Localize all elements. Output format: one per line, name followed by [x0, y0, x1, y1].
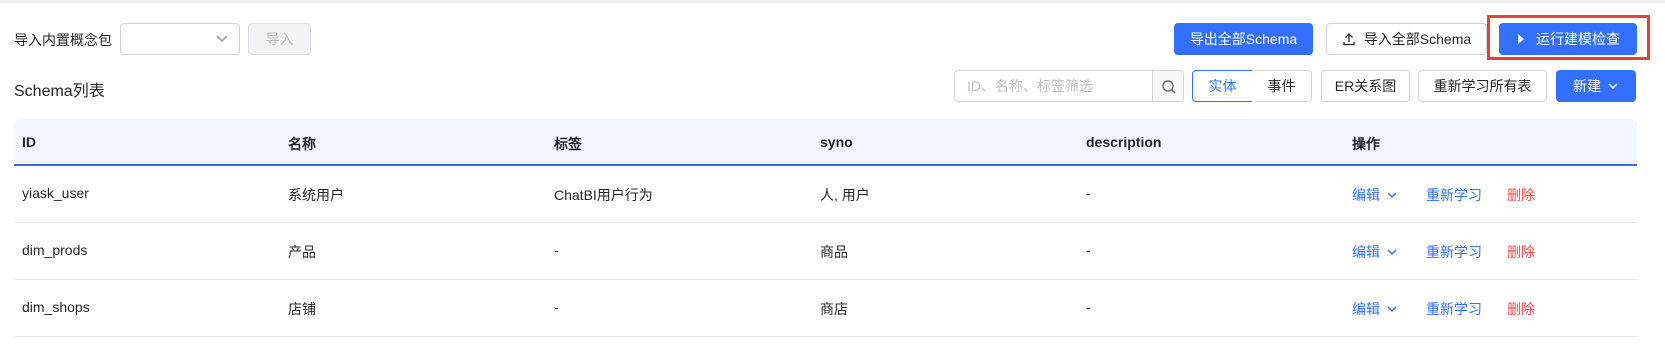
cell-syno: 人, 用户 [820, 187, 870, 203]
relearn-button[interactable]: 重新学习 [1426, 185, 1482, 205]
column-header-name: 名称 [288, 136, 316, 152]
cell-id: dim_prods [22, 242, 88, 258]
cell-name: 产品 [288, 244, 316, 260]
tab-event[interactable]: 事件 [1252, 70, 1312, 102]
cell-tag: - [554, 299, 559, 315]
import-package-label: 导入内置概念包 [14, 33, 112, 49]
chevron-down-icon [1387, 249, 1397, 255]
search-button[interactable] [1152, 70, 1184, 102]
top-border [0, 0, 1665, 3]
column-header-description: description [1086, 134, 1162, 150]
toolbar-top: 导入内置概念包 导入 导出全部Schema 导入全部Schema 运行建模检查 [0, 22, 1665, 56]
cell-description: - [1086, 185, 1091, 201]
table-row: dim_shops 店铺 - 商店 - 编辑 重新学习 删除 [14, 280, 1637, 337]
column-header-tag: 标签 [554, 136, 582, 152]
table-row: dim_prods 产品 - 商品 - 编辑 重新学习 删除 [14, 223, 1637, 280]
relearn-all-tables-button[interactable]: 重新学习所有表 [1418, 70, 1547, 102]
upload-icon [1343, 32, 1355, 45]
export-all-schema-button[interactable]: 导出全部Schema [1174, 23, 1313, 55]
edit-label: 编辑 [1352, 187, 1380, 203]
import-all-schema-button[interactable]: 导入全部Schema [1326, 23, 1487, 55]
column-header-syno: syno [820, 134, 853, 150]
delete-button[interactable]: 删除 [1507, 185, 1535, 205]
schema-table: ID 名称 标签 syno description 操作 yiask_user … [14, 119, 1637, 337]
schema-list-title: Schema列表 [14, 83, 105, 100]
concept-package-select[interactable] [120, 23, 240, 55]
table-row: yiask_user 系统用户 ChatBI用户行为 人, 用户 - 编辑 重新… [14, 166, 1637, 223]
cell-syno: 商店 [820, 301, 848, 317]
search-icon [1162, 80, 1176, 94]
highlight-box [1487, 15, 1650, 60]
cell-syno: 商品 [820, 244, 848, 260]
table-header: ID 名称 标签 syno description 操作 [14, 119, 1637, 166]
cell-name: 店铺 [288, 301, 316, 317]
cell-id: dim_shops [22, 299, 90, 315]
column-header-id: ID [22, 134, 36, 150]
edit-label: 编辑 [1352, 244, 1380, 260]
new-button-label: 新建 [1573, 78, 1601, 94]
relearn-button[interactable]: 重新学习 [1426, 299, 1482, 319]
chevron-down-icon [216, 35, 228, 42]
export-all-schema-label: 导出全部Schema [1189, 31, 1298, 47]
cell-id: yiask_user [22, 185, 89, 201]
edit-button[interactable]: 编辑 [1352, 185, 1398, 205]
edit-button[interactable]: 编辑 [1352, 242, 1398, 262]
cell-description: - [1086, 242, 1091, 258]
column-header-actions: 操作 [1352, 136, 1380, 152]
cell-tag: - [554, 242, 559, 258]
cell-tag: ChatBI用户行为 [554, 187, 653, 203]
import-button[interactable]: 导入 [248, 23, 311, 55]
cell-name: 系统用户 [288, 187, 344, 203]
chevron-down-icon [1387, 192, 1397, 198]
import-all-schema-label: 导入全部Schema [1363, 31, 1472, 47]
edit-label: 编辑 [1352, 301, 1380, 317]
er-diagram-button[interactable]: ER关系图 [1321, 70, 1410, 102]
cell-description: - [1086, 299, 1091, 315]
list-toolbar: Schema列表 实体 事件 ER关系图 重新学习所有表 新建 [0, 70, 1665, 104]
tab-entity[interactable]: 实体 [1192, 70, 1253, 102]
schema-filter-input[interactable] [954, 70, 1153, 102]
chevron-down-icon [1387, 306, 1397, 312]
relearn-button[interactable]: 重新学习 [1426, 242, 1482, 262]
delete-button[interactable]: 删除 [1507, 242, 1535, 262]
chevron-down-icon [1608, 83, 1618, 89]
delete-button[interactable]: 删除 [1507, 299, 1535, 319]
new-button[interactable]: 新建 [1556, 70, 1636, 102]
edit-button[interactable]: 编辑 [1352, 299, 1398, 319]
